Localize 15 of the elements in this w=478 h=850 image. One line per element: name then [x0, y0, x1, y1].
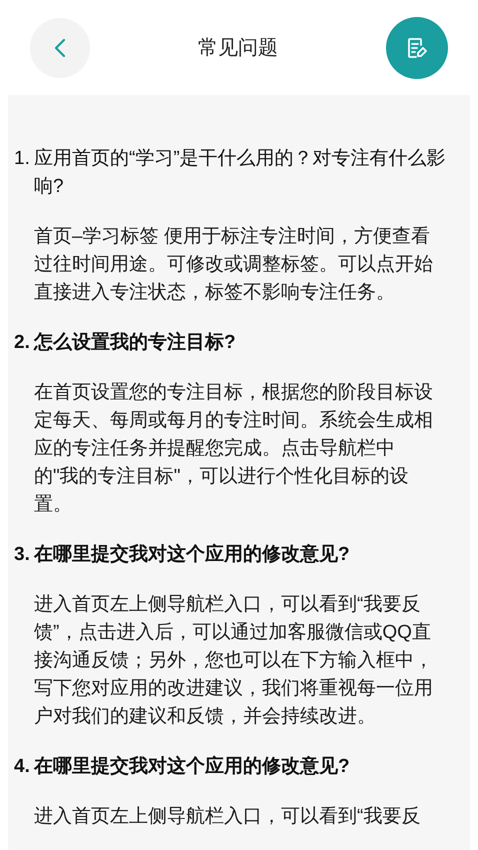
- question-number: 1.: [14, 147, 31, 171]
- answer-text: 首页–学习标签 便用于标注专注时间，方便查看过往时间用途。可修改或调整标签。可以点开始直接进入专注状态，标签不影响专注任务。: [34, 225, 434, 305]
- page-title: 常见问题: [198, 36, 278, 60]
- answer-text: 进入首页左上侧导航栏入口，可以看到“我要反馈”，点击进入后，可以通过加客服微信或QQ直接沟通反馈；另外，您也可以在下方输入框中，写下您对应用的改进建议，我们将重视每一位用户对我们的建议和反馈，并会持续改进。: [34, 593, 434, 729]
- edit-note-icon: [405, 36, 429, 60]
- answer-text: 进入首页左上侧导航栏入口，可以看到“我要反: [34, 805, 422, 829]
- question-text: 怎么设置我的专注目标?: [34, 330, 237, 355]
- question-text: 在哪里提交我对这个应用的修改意见?: [34, 754, 351, 779]
- back-icon: [54, 38, 66, 58]
- question-text: 在哪里提交我对这个应用的修改意见?: [34, 542, 351, 567]
- question-number: 3.: [14, 543, 31, 567]
- answer-text: 在首页设置您的专注目标，根据您的阶段目标设定每天、每周或每月的专注时间。系统会生成相应的专注任务并提醒您完成。点击导航栏中的"我的专注目标"，可以进行个性化目标的设置。: [34, 381, 434, 517]
- question-text: 应用首页的“学习”是干什么用的？对专注有什么影响?: [34, 147, 447, 199]
- question-number: 2.: [14, 331, 31, 355]
- question-number: 4.: [14, 755, 31, 779]
